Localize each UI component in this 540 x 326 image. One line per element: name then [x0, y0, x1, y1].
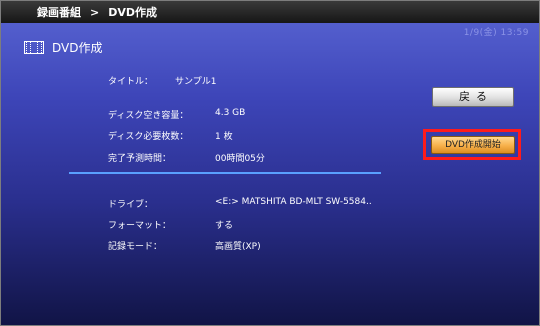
mode-value: 高画質(XP): [215, 242, 261, 252]
discs-value: 1 枚: [215, 132, 233, 142]
page-title: DVD作成: [52, 41, 103, 55]
title-value: サンプル1: [175, 77, 217, 87]
title-label: タイトル：: [108, 77, 154, 87]
time-value: 00時間05分: [215, 154, 265, 164]
clock-display: 1/9(金) 13:59: [463, 28, 529, 38]
breadcrumb-current: DVD作成: [108, 6, 157, 19]
section-divider: [69, 172, 381, 174]
dvd-create-screen: 録画番組 > DVD作成 1/9(金) 13:59 DVD作成 タイトル： サン…: [0, 0, 540, 326]
breadcrumb-root[interactable]: 録画番組: [37, 4, 81, 20]
drive-label: ドライブ：: [108, 200, 154, 210]
drive-value: <E:> MATSHITA BD-MLT SW-5584..: [215, 197, 372, 207]
free-space-value: 4.3 GB: [215, 108, 246, 118]
page-header: DVD作成: [24, 39, 102, 56]
free-space-label: ディスク空き容量：: [108, 111, 189, 121]
breadcrumb-separator: >: [90, 5, 100, 19]
film-icon: [24, 41, 44, 54]
format-label: フォーマット：: [108, 221, 172, 231]
mode-label: 記録モード：: [108, 242, 163, 252]
breadcrumb: 録画番組 > DVD作成: [1, 1, 539, 23]
discs-label: ディスク必要枚数：: [108, 132, 189, 142]
format-value: する: [215, 221, 234, 231]
start-dvd-create-button[interactable]: DVD作成開始: [431, 136, 515, 154]
time-label: 完了予測時間：: [108, 154, 172, 164]
back-button[interactable]: 戻る: [432, 87, 514, 107]
